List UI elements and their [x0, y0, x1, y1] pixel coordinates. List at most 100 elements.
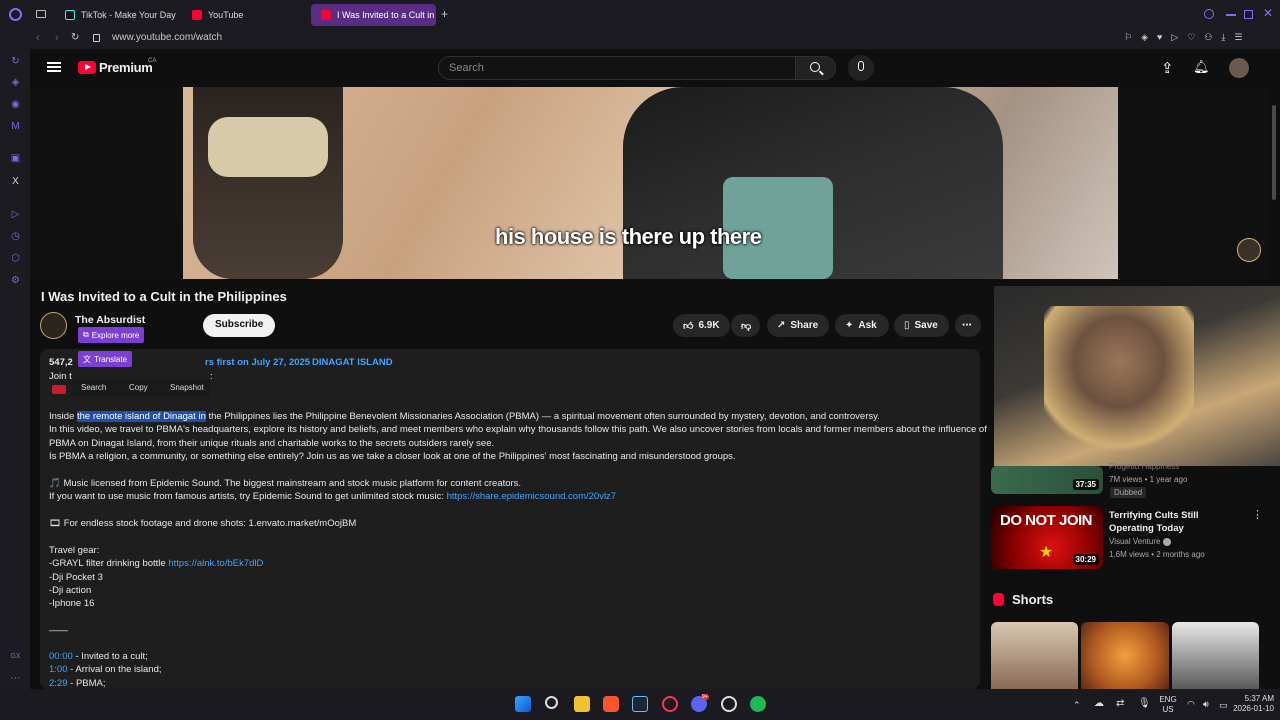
join-colon: : [210, 371, 213, 382]
channel-avatar[interactable] [40, 312, 67, 339]
location-tag[interactable]: DINAGAT ISLAND [312, 357, 393, 368]
upload-icon[interactable]: ⇪ [1161, 59, 1174, 77]
file-explorer-icon[interactable] [574, 696, 590, 712]
music-line-1: 🎵 Music licensed from Epidemic Sound. Th… [49, 478, 522, 489]
reload-icon[interactable]: ↻ [71, 32, 79, 43]
short-thumbnail-2[interactable] [1081, 622, 1169, 689]
share-button[interactable]: ↗ Share [767, 314, 829, 337]
refresh-sidebar-icon[interactable]: ↻ [10, 56, 21, 67]
subscribe-button[interactable]: Subscribe [203, 314, 276, 337]
popup-snapshot-button[interactable]: Snapshot [170, 383, 204, 392]
like-button[interactable]: 👍︎ 6.9K [673, 314, 730, 337]
share-icon: ↗ [777, 320, 786, 331]
volume-icon[interactable]: 🔊︎ [1203, 699, 1209, 709]
tab-overview-icon[interactable] [36, 10, 46, 18]
steam-icon[interactable] [632, 696, 648, 712]
bookmark-icon: ▯ [904, 320, 910, 331]
more-actions-button[interactable]: ⋯ [955, 314, 981, 337]
minimize-icon[interactable] [1226, 14, 1236, 16]
chapter-time[interactable]: 00:00 [49, 651, 73, 662]
opera-gx-icon[interactable] [662, 696, 678, 712]
search-tabs-icon[interactable] [1204, 9, 1214, 19]
close-icon[interactable]: ✕ [1263, 6, 1273, 20]
translate-button[interactable]: 文 Translate [78, 351, 133, 367]
extension-icons[interactable]: ⚐◈♥▷♡⚇⤓☰ [1124, 32, 1251, 43]
extensions-icon[interactable]: ⬡ [10, 253, 21, 264]
explore-more-button[interactable]: ⧉ Explore more [78, 327, 145, 343]
spotify-icon[interactable] [750, 696, 766, 712]
rec-more-icon[interactable]: ⋮ [1252, 508, 1263, 521]
save-button[interactable]: ▯ Save [894, 314, 949, 337]
logo-text[interactable]: Premium [99, 60, 153, 75]
history-icon[interactable]: ◷ [10, 231, 21, 242]
maximize-icon[interactable] [1244, 10, 1253, 19]
grayl-link[interactable]: https://alnk.to/bEk7dlD [168, 558, 263, 569]
forward-icon[interactable]: › [55, 32, 59, 44]
back-icon[interactable]: ‹ [36, 32, 40, 44]
rec-channel[interactable]: Progetto Happiness [1109, 462, 1179, 471]
rec-title[interactable]: Terrifying Cults Still Operating Today [1109, 509, 1239, 535]
short-thumbnail-1[interactable] [991, 622, 1078, 689]
translate-icon: 文 [83, 354, 91, 364]
channel-name[interactable]: The Absurdist [75, 314, 145, 326]
brave-icon[interactable] [603, 696, 619, 712]
url-field[interactable]: www.youtube.com/watch [112, 32, 222, 43]
mic-tray-icon[interactable]: 🎙︎ [1138, 699, 1151, 709]
new-tab-icon[interactable]: + [441, 7, 448, 21]
recommendation-thumbnail-2[interactable]: DO NOT JOIN ★ 30:29 [991, 506, 1103, 569]
rec-channel[interactable]: Visual Venture [1109, 537, 1160, 546]
voice-search-button[interactable] [848, 55, 874, 81]
dislike-button[interactable]: 👎︎ [731, 314, 760, 337]
chapter-time[interactable]: 2:29 [49, 678, 68, 689]
region-label: CA [148, 58, 157, 64]
tab-current-video[interactable]: I Was Invited to a Cult in the Philippin… [311, 4, 436, 26]
video-frame[interactable] [183, 87, 1118, 279]
recommendation-thumbnail-1[interactable]: 37:35 [991, 466, 1103, 494]
selected-text[interactable]: the remote island of Dinagat in [77, 411, 206, 422]
onedrive-icon[interactable]: ☁ [1094, 699, 1104, 709]
epidemic-link[interactable]: https://share.epidemicsound.com/20vlz7 [447, 491, 617, 502]
gx-icon[interactable]: GX [10, 651, 21, 662]
notifications-icon[interactable]: 🔔︎ [1193, 59, 1210, 75]
discord-badge: 9+ [701, 694, 709, 700]
chapter-label: - Arrival on the island; [67, 664, 162, 675]
twitch-icon[interactable]: ▣ [10, 153, 21, 164]
search-input[interactable]: Search [438, 56, 796, 80]
player-icon[interactable]: ▷ [10, 209, 21, 220]
search-button[interactable] [796, 56, 836, 80]
clock[interactable]: 5:37 AM 2026-01-10 [1228, 694, 1274, 714]
save-label: Save [914, 320, 938, 331]
battery-icon[interactable]: ▭ [1219, 700, 1228, 710]
more-icon[interactable]: ⋯ [10, 673, 21, 684]
popup-search-button[interactable]: Search [81, 383, 106, 392]
chapter-time[interactable]: 1:00 [49, 664, 68, 675]
wifi-icon[interactable]: ◠ [1187, 699, 1195, 709]
media-app-icon[interactable] [721, 696, 737, 712]
taskbar-search-icon[interactable] [545, 696, 558, 709]
tab-youtube[interactable]: YouTube [182, 4, 307, 26]
sync-icon[interactable]: ⇄ [1116, 699, 1124, 709]
tray-overflow-icon[interactable]: ⌃ [1073, 700, 1081, 710]
clock-date: 2026-01-10 [1233, 704, 1274, 713]
translate-label: Translate [94, 354, 128, 364]
windows-start-icon[interactable] [515, 696, 531, 712]
wallet-icon[interactable]: ◈ [10, 77, 21, 88]
chapter-label: - PBMA; [67, 678, 106, 689]
youtube-icon [192, 10, 202, 20]
page-scrollbar[interactable] [1272, 105, 1276, 200]
x-icon[interactable]: X [10, 176, 21, 187]
opera-logo-icon[interactable] [9, 8, 22, 21]
short-thumbnail-3[interactable] [1172, 622, 1259, 689]
channel-watermark[interactable] [1237, 238, 1261, 262]
video-figure-left [193, 87, 343, 279]
settings-icon[interactable]: ⚙ [10, 275, 21, 286]
ask-button[interactable]: ✦ Ask [835, 314, 889, 337]
avatar[interactable] [1229, 58, 1249, 78]
popup-copy-button[interactable]: Copy [129, 383, 148, 392]
messenger-icon[interactable]: ◉ [10, 99, 21, 110]
language-indicator[interactable]: ENG US [1156, 695, 1180, 715]
mail-icon[interactable]: M [10, 121, 21, 132]
tab-tiktok[interactable]: TikTok - Make Your Day [55, 4, 180, 26]
music-text: If you want to use music from famous art… [49, 491, 447, 502]
gear-item-1: -GRAYL filter drinking bottle https://al… [49, 558, 263, 569]
